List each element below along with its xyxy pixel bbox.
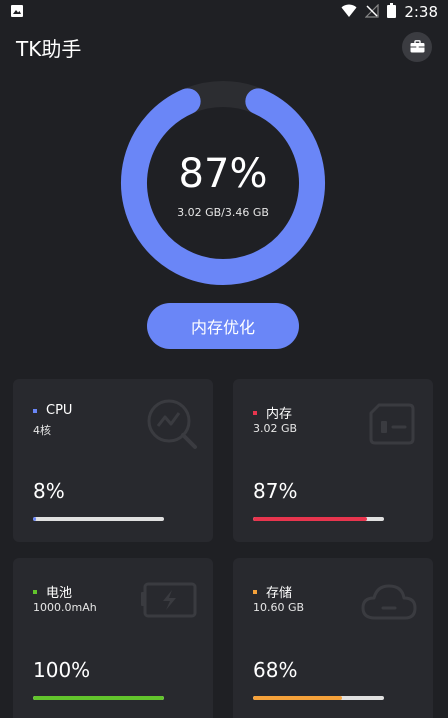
battery-capacity: 1000.0mAh — [33, 601, 97, 614]
storage-dot — [253, 589, 257, 594]
cloud-icon — [359, 576, 419, 634]
battery-dot — [33, 589, 37, 594]
cpu-card[interactable]: CPU 4核 8% — [13, 379, 213, 542]
app-bar: TK助手 — [0, 24, 448, 70]
battery-percent: 100% — [33, 658, 91, 682]
cpu-bar — [33, 517, 164, 521]
briefcase-icon — [410, 38, 425, 57]
status-time: 2:38 — [404, 3, 438, 21]
cpu-bar-fill — [33, 517, 36, 521]
no-signal-icon — [364, 3, 379, 22]
sd-card-icon — [365, 397, 419, 455]
memory-usage: 3.02 GB/3.46 GB — [177, 205, 269, 219]
storage-title: 存储 — [266, 586, 293, 601]
storage-total: 10.60 GB — [253, 601, 305, 614]
chart-search-icon — [145, 397, 199, 455]
battery-title: 电池 — [46, 586, 73, 601]
image-icon — [10, 3, 24, 22]
memory-percent: 87% — [178, 150, 268, 197]
battery-bar — [33, 696, 164, 700]
memory-title: 内存 — [266, 407, 293, 422]
app-title: TK助手 — [16, 36, 82, 61]
memory-card[interactable]: 内存 3.02 GB 87% — [233, 379, 433, 542]
storage-bar-fill — [253, 696, 343, 700]
optimize-memory-button[interactable]: 内存优化 — [147, 303, 299, 349]
storage-card[interactable]: 存储 10.60 GB 68% — [233, 558, 433, 718]
memory-gauge: 87% 3.02 GB/3.46 GB — [120, 80, 326, 286]
cpu-dot — [33, 408, 37, 413]
wifi-icon — [341, 3, 357, 22]
memory-dot — [253, 410, 257, 415]
memory-bar — [253, 517, 384, 521]
status-bar: 2:38 — [0, 0, 448, 24]
memory-card-percent: 87% — [253, 479, 298, 503]
cpu-usage: 8% — [33, 479, 65, 503]
toolbox-button[interactable] — [402, 32, 432, 62]
battery-charging-icon — [139, 576, 199, 634]
storage-bar — [253, 696, 384, 700]
cpu-title: CPU — [46, 403, 73, 418]
cpu-cores: 4核 — [33, 424, 51, 437]
storage-percent: 68% — [253, 658, 298, 682]
battery-icon — [387, 2, 397, 22]
memory-used: 3.02 GB — [253, 422, 298, 435]
battery-bar-fill — [33, 696, 164, 700]
memory-bar-fill — [253, 517, 367, 521]
battery-card[interactable]: 电池 1000.0mAh 100% — [13, 558, 213, 718]
